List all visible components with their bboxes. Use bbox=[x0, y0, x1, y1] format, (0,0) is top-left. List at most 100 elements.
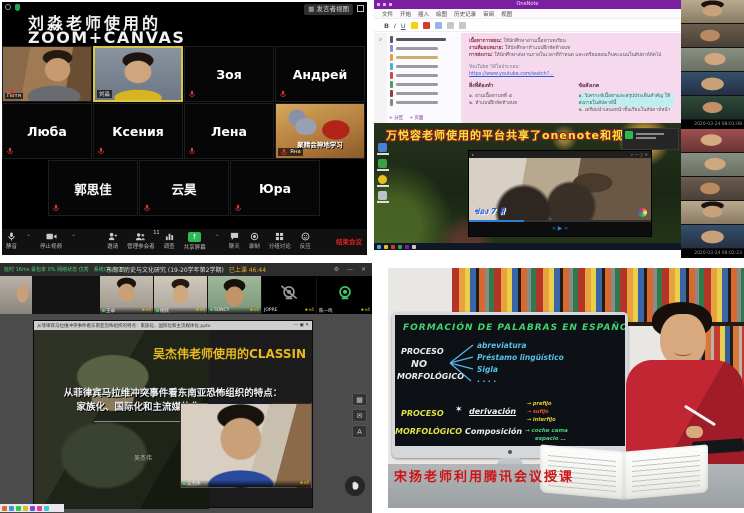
share-chevron[interactable]: ⌃ bbox=[215, 232, 220, 241]
student-cam[interactable] bbox=[681, 153, 744, 177]
board-tools-button[interactable]: ▦ bbox=[352, 393, 367, 406]
desktop-icon[interactable] bbox=[378, 191, 387, 200]
student-cam[interactable]: SUNCY★x4 bbox=[208, 276, 261, 314]
section-item[interactable] bbox=[390, 98, 458, 107]
mute-chevron[interactable]: ⌃ bbox=[26, 232, 31, 241]
desktop-icon[interactable] bbox=[378, 159, 387, 168]
taskbar-app[interactable] bbox=[16, 506, 21, 511]
section-item[interactable] bbox=[390, 71, 458, 80]
participant-tile[interactable]: 云昊 bbox=[139, 160, 229, 216]
bullets-button[interactable] bbox=[447, 22, 454, 29]
window-controls[interactable]: ⚙ — ✕ bbox=[334, 266, 369, 273]
player-window-controls[interactable]: ⌕ — ▢ ✕ bbox=[631, 152, 648, 157]
camera-off-tile[interactable]: JOPRE★x4 bbox=[262, 276, 316, 314]
breakout-rooms-button[interactable]: 分组讨论 bbox=[269, 232, 291, 250]
menu-home[interactable]: 开始 bbox=[400, 10, 411, 18]
participant-tile[interactable]: Андрей bbox=[275, 46, 365, 102]
underline-button[interactable]: U bbox=[401, 22, 406, 30]
taskbar-app[interactable] bbox=[9, 506, 14, 511]
quick-access-icons[interactable] bbox=[377, 3, 393, 6]
student-cam[interactable] bbox=[681, 129, 744, 153]
student-cam[interactable] bbox=[681, 48, 744, 72]
add-page-button[interactable]: + 页面 bbox=[409, 115, 423, 121]
participant-tile[interactable]: 郭思佳 bbox=[48, 160, 138, 216]
hyperlink[interactable]: https://www.youtube.com/watch?… bbox=[469, 71, 674, 78]
star-icon[interactable] bbox=[378, 175, 387, 184]
student-cam[interactable] bbox=[681, 177, 744, 201]
raise-hand-button[interactable] bbox=[344, 475, 366, 497]
menu-view[interactable]: 视图 bbox=[501, 10, 512, 18]
notification-popup[interactable] bbox=[622, 128, 679, 150]
style-chip[interactable] bbox=[435, 22, 442, 29]
polls-button[interactable]: 调查 bbox=[164, 232, 175, 250]
student-cam[interactable]: 王卓★x4 bbox=[100, 276, 153, 314]
progress-bar[interactable] bbox=[469, 220, 651, 222]
transport-buttons[interactable]: « ▶ » bbox=[552, 225, 568, 232]
active-speaker-tile[interactable]: 刘淼 bbox=[93, 46, 183, 102]
student-cam[interactable] bbox=[0, 276, 32, 314]
taskbar-app[interactable] bbox=[405, 245, 409, 249]
student-cam[interactable] bbox=[681, 225, 744, 249]
bold-button[interactable]: B bbox=[384, 22, 389, 30]
menu-file[interactable]: 文件 bbox=[382, 10, 393, 18]
taskbar-app[interactable] bbox=[391, 245, 395, 249]
menu-draw[interactable]: 绘图 bbox=[436, 10, 447, 18]
menu-history[interactable]: 历史记录 bbox=[454, 10, 476, 18]
record-button[interactable]: 录制 bbox=[249, 232, 260, 250]
manage-participants-button[interactable]: 11管理参会者 bbox=[127, 232, 155, 250]
share-screen-button[interactable]: ↑共享屏幕 bbox=[184, 232, 206, 251]
italic-button[interactable]: I bbox=[394, 22, 396, 30]
cartoon-avatar-tile[interactable]: 聚精会神地学习 Яна bbox=[275, 103, 365, 159]
video-chevron[interactable]: ⌃ bbox=[71, 232, 76, 241]
mute-button[interactable]: 静音 bbox=[6, 232, 17, 250]
participant-tile[interactable]: Ксения bbox=[93, 103, 183, 159]
notebook-header[interactable] bbox=[390, 35, 458, 44]
taskbar-app[interactable] bbox=[2, 506, 7, 511]
desktop-icon[interactable] bbox=[378, 143, 387, 152]
stop-video-button[interactable]: 停止视频 bbox=[40, 232, 62, 250]
participant-tile[interactable]: Зоя bbox=[184, 46, 274, 102]
reactions-button[interactable]: 反应 bbox=[300, 232, 311, 250]
ppt-window-controls[interactable]: — ▣ ✕ bbox=[294, 323, 309, 328]
section-item[interactable] bbox=[390, 53, 458, 62]
speaker-view-button[interactable]: 发言者视图 bbox=[304, 4, 353, 15]
font-color-button[interactable] bbox=[423, 22, 430, 29]
invite-button[interactable]: 邀请 bbox=[107, 232, 118, 250]
security-shield-icon[interactable] bbox=[15, 4, 20, 11]
taskbar-app[interactable] bbox=[384, 245, 388, 249]
taskbar-app[interactable] bbox=[37, 506, 42, 511]
section-item[interactable] bbox=[390, 44, 458, 53]
menu-insert[interactable]: 插入 bbox=[418, 10, 429, 18]
text-tool-button[interactable]: A bbox=[352, 425, 367, 438]
student-cam[interactable] bbox=[681, 96, 744, 120]
taskbar-app[interactable] bbox=[412, 245, 416, 249]
student-cam[interactable] bbox=[681, 24, 744, 48]
taskbar-app[interactable] bbox=[44, 506, 49, 511]
highlight-button[interactable] bbox=[411, 22, 418, 29]
onenote-nav-rail[interactable]: ⌕ bbox=[374, 33, 387, 123]
participant-tile[interactable]: Юра bbox=[230, 160, 320, 216]
chat-button[interactable]: 聊天 bbox=[229, 232, 240, 250]
student-cam[interactable] bbox=[681, 0, 744, 24]
video-player-window[interactable]: ▸⌕ — ▢ ✕ ช่อง 7 สี « ▶ » bbox=[468, 150, 652, 237]
taskbar-app[interactable] bbox=[398, 245, 402, 249]
player-controls[interactable]: « ▶ » bbox=[469, 220, 651, 236]
numbering-button[interactable] bbox=[459, 22, 466, 29]
start-button[interactable] bbox=[377, 245, 381, 249]
camera-on-tile[interactable]: 陈一鸣★x4 bbox=[317, 276, 372, 314]
taskbar-app[interactable] bbox=[30, 506, 35, 511]
section-item[interactable] bbox=[390, 62, 458, 71]
add-section-button[interactable]: + 分区 bbox=[389, 115, 403, 121]
teacher-webcam[interactable]: 吴杰伟★x4 bbox=[180, 403, 312, 488]
taskbar-app[interactable] bbox=[23, 506, 28, 511]
participant-tile[interactable]: Лена bbox=[184, 103, 274, 159]
onenote-page[interactable]: เนื้อหาการสอน: ให้นักศึกษาอ่านเนื้อหาบทเ… bbox=[462, 33, 681, 123]
chat-panel-button[interactable]: ✉ bbox=[352, 409, 367, 422]
video-tile[interactable]: Петя bbox=[2, 46, 92, 102]
fullscreen-icon[interactable] bbox=[357, 5, 364, 12]
menu-review[interactable]: 审阅 bbox=[483, 10, 494, 18]
settings-icon[interactable] bbox=[5, 4, 11, 10]
end-meeting-button[interactable]: 结束会议 bbox=[336, 236, 362, 246]
participant-tile[interactable]: Люба bbox=[2, 103, 92, 159]
student-cam[interactable] bbox=[681, 72, 744, 96]
